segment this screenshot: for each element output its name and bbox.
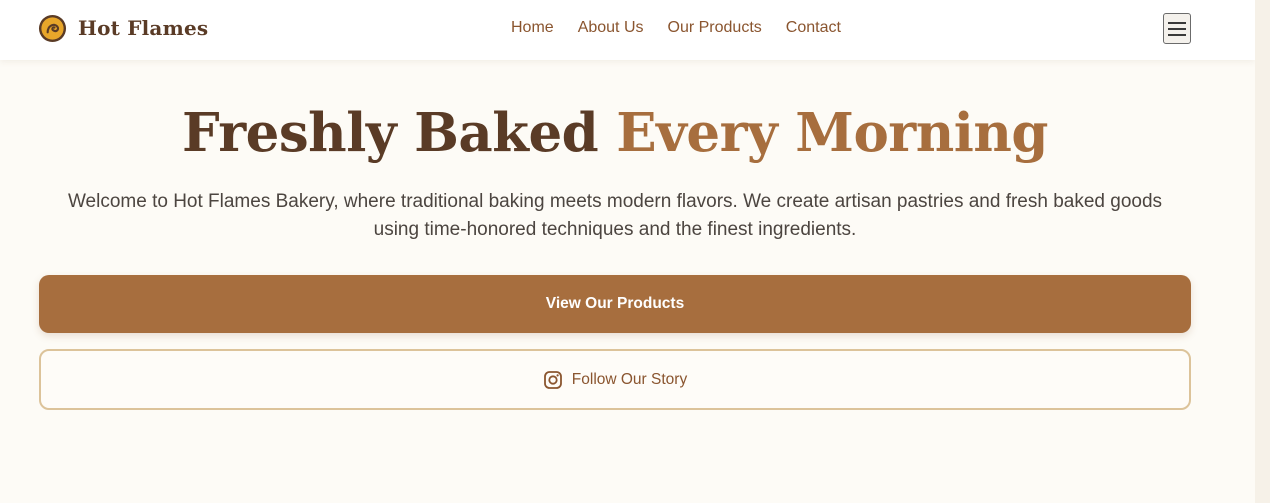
page-scrollbar[interactable] xyxy=(1255,0,1270,503)
flame-logo-icon xyxy=(38,14,67,42)
hamburger-menu-icon-bar xyxy=(1168,21,1186,24)
hero-title: Freshly Baked Every Morning xyxy=(0,98,1230,168)
instagram-icon xyxy=(543,370,562,389)
hero-intro-text: Welcome to Hot Flames Bakery, where trad… xyxy=(67,191,1163,240)
nav-contact[interactable]: Contact xyxy=(786,18,841,38)
page: Hot Flames Home About Us Our Products Co… xyxy=(0,0,1255,503)
hamburger-menu-icon-bar xyxy=(1168,27,1186,30)
main-nav: Home About Us Our Products Contact xyxy=(511,18,841,38)
follow-our-story-button[interactable]: Follow Our Story xyxy=(39,349,1191,410)
top-navbar: Hot Flames Home About Us Our Products Co… xyxy=(0,0,1255,60)
brand-link[interactable]: Hot Flames xyxy=(38,13,208,43)
view-products-button[interactable]: View Our Products xyxy=(39,275,1191,333)
hero-title-main: Freshly Baked xyxy=(182,102,599,164)
hamburger-menu-icon-bar xyxy=(1168,33,1186,36)
view-products-label: View Our Products xyxy=(545,295,685,312)
brand-name: Hot Flames xyxy=(78,16,209,40)
nav-our-products[interactable]: Our Products xyxy=(668,18,762,38)
hero-title-accent: Every Morning xyxy=(616,102,1048,164)
follow-our-story-label: Follow Our Story xyxy=(571,370,688,388)
nav-home[interactable]: Home xyxy=(511,18,554,38)
hamburger-menu-button[interactable] xyxy=(1163,13,1191,44)
nav-about-us[interactable]: About Us xyxy=(578,18,644,38)
